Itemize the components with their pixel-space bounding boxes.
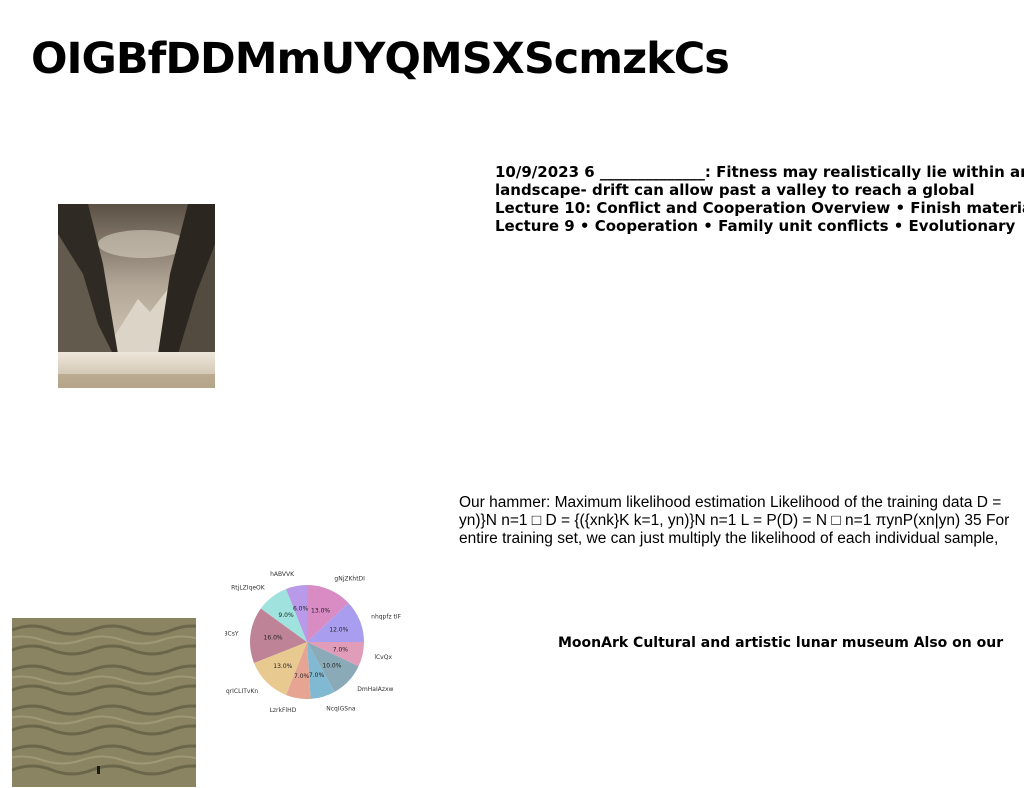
page-title: OIGBfDDMmUYQMSXScmzkCs <box>31 34 730 84</box>
pie-chart: 13.0% gNjZKhtDI 12.0% nhqpfz tIF 7.0% lCvQx 10… <box>225 571 402 714</box>
pie-percent-label: 13.0% <box>311 608 330 615</box>
pie-category-label: RtjLZIqeOK <box>231 584 266 591</box>
text-line: Lecture 9 • Cooperation • Family unit co… <box>495 217 1016 235</box>
pie-percent-label: 12.0% <box>329 626 348 633</box>
pie-category-label: NcqIGSna <box>326 705 356 712</box>
pie-category-label: nhqpfz tIF <box>371 614 402 621</box>
pie-category-label: LzrkFlHD <box>270 707 297 714</box>
paragraph-line: Our hammer: Maximum likelihood estimatio… <box>459 494 1002 511</box>
pie-percent-label: 10.0% <box>322 662 341 669</box>
text-line: landscape- drift can allow past a valley… <box>495 181 975 199</box>
pie-category-label: gNjZKhtDI <box>334 576 365 583</box>
sea-photo <box>12 618 196 787</box>
pie-category-label: DmHaIAzxw <box>357 686 393 693</box>
pie-percent-label: 9.0% <box>278 612 294 619</box>
pie-category-label: lCvQx <box>374 654 392 661</box>
pie-percent-label: 16.0% <box>264 635 283 642</box>
text-line: Lecture 10: Conflict and Cooperation Ove… <box>495 199 1024 217</box>
pie-category-label: hABVVK <box>270 571 295 578</box>
lecture-text-block: 10/9/2023 6 ______________: Fitness may … <box>495 163 1024 235</box>
pie-percent-label: 7.0% <box>333 646 349 653</box>
pie-percent-label: 13.0% <box>273 663 292 670</box>
paragraph-line: yn)}N n=1 □ D = {({xnk}K k=1, yn)}N n=1 … <box>459 512 1010 529</box>
pie-percent-label: 6.0% <box>293 605 309 612</box>
pie-percent-label: 7.0% <box>309 672 325 679</box>
museum-caption: MoonArk Cultural and artistic lunar muse… <box>558 635 1004 651</box>
pie-category-label: qrICLITvKn <box>226 688 258 695</box>
pie-percent-label: 7.0% <box>294 673 310 680</box>
mountain-photo <box>58 204 215 388</box>
pie-category-label: rBCsY <box>225 630 239 637</box>
paragraph-line: entire training set, we can just multipl… <box>459 530 999 547</box>
text-line: 10/9/2023 6 ______________: Fitness may … <box>495 163 1024 181</box>
likelihood-paragraph: Our hammer: Maximum likelihood estimatio… <box>459 494 1024 548</box>
